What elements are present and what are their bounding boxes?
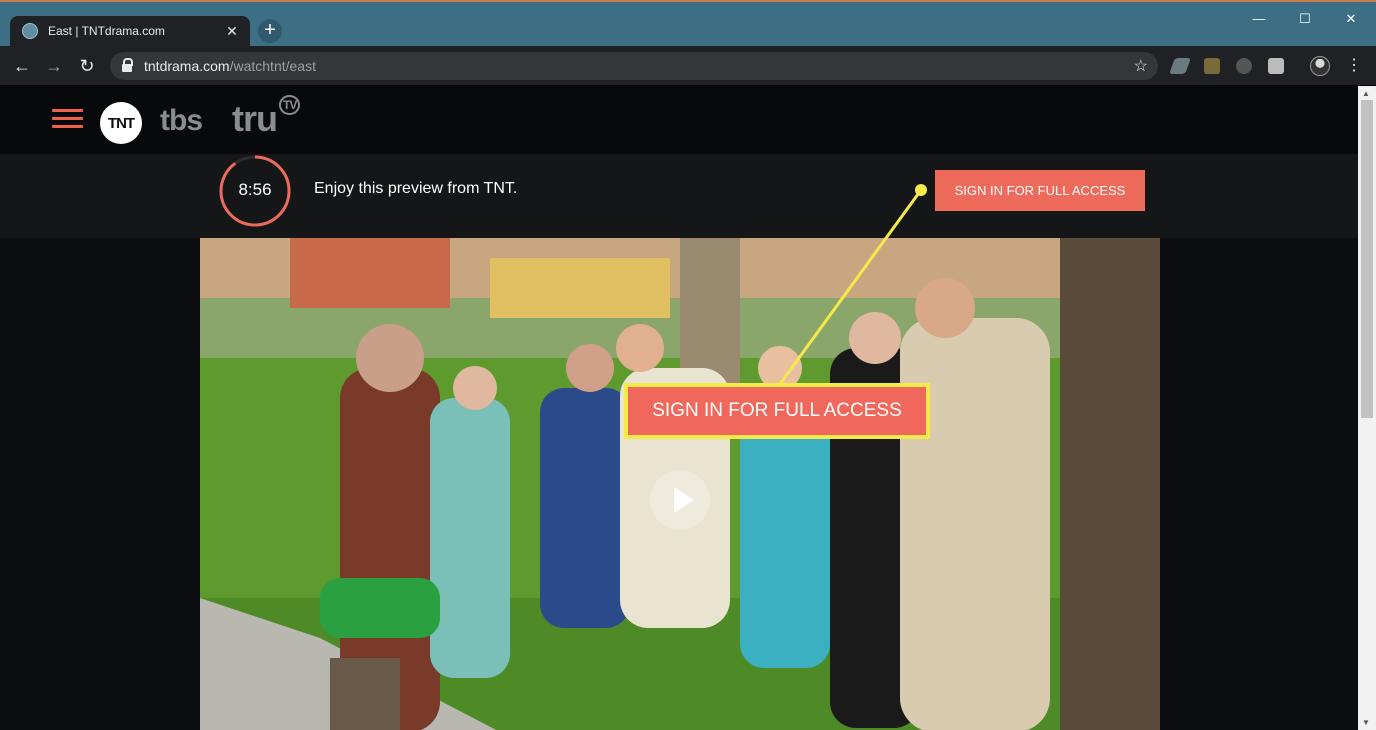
tab-title: East | TNTdrama.com: [48, 24, 165, 38]
profile-avatar[interactable]: [1310, 56, 1330, 76]
tnt-logo[interactable]: TNT: [100, 102, 142, 144]
forward-button[interactable]: →: [42, 54, 66, 78]
extension-picture-icon[interactable]: [1204, 58, 1220, 74]
play-icon[interactable]: [650, 470, 710, 530]
minimize-button[interactable]: —: [1236, 6, 1282, 32]
preview-message: Enjoy this preview from TNT.: [314, 180, 518, 197]
bookmark-star-icon[interactable]: ☆: [1134, 56, 1148, 76]
tab-tntdrama[interactable]: East | TNTdrama.com ✕: [10, 16, 250, 46]
trutv-logo[interactable]: tru TV: [232, 95, 301, 140]
tnt-favicon-icon: [22, 23, 38, 39]
lock-icon: [122, 58, 133, 72]
url-text: tntdrama.com/watchtnt/east: [144, 58, 316, 74]
tbs-logo[interactable]: tbs: [160, 104, 203, 138]
scroll-thumb[interactable]: [1361, 100, 1373, 418]
back-button[interactable]: ←: [10, 54, 34, 78]
new-tab-button[interactable]: +: [258, 19, 282, 43]
reload-button[interactable]: ↻: [75, 54, 99, 78]
close-window-button[interactable]: ✕: [1328, 6, 1374, 32]
extension-ublock-icon[interactable]: [1236, 58, 1252, 74]
preview-timer: 8:56: [238, 180, 272, 199]
browser-toolbar: ← → ↻ tntdrama.com/watchtnt/east ☆ ⋮: [0, 46, 1376, 86]
scroll-down-icon[interactable]: ▼: [1362, 718, 1370, 727]
hamburger-menu-icon[interactable]: [52, 109, 83, 129]
video-player[interactable]: [200, 238, 1160, 730]
tab-close-icon[interactable]: ✕: [224, 23, 240, 40]
site-header: TNT tbs tru TV: [0, 86, 1358, 154]
maximize-button[interactable]: ☐: [1282, 6, 1328, 32]
browser-window: East | TNTdrama.com ✕ + — ☐ ✕ ← → ↻ tntd…: [0, 0, 1376, 730]
page-scrollbar[interactable]: ▲ ▼: [1358, 86, 1376, 730]
preview-bar: 8:56 Enjoy this preview from TNT. SIGN I…: [0, 154, 1358, 238]
address-bar[interactable]: tntdrama.com/watchtnt/east ☆: [110, 52, 1158, 80]
browser-menu-icon[interactable]: ⋮: [1346, 56, 1362, 76]
scroll-up-icon[interactable]: ▲: [1362, 89, 1370, 98]
sign-in-button[interactable]: SIGN IN FOR FULL ACCESS: [935, 170, 1145, 211]
callout-sign-in-label: SIGN IN FOR FULL ACCESS: [624, 383, 930, 439]
tab-strip: East | TNTdrama.com ✕ + — ☐ ✕: [0, 2, 1376, 46]
extension-brush-icon[interactable]: [1169, 58, 1191, 74]
extension-window-icon[interactable]: [1268, 58, 1284, 74]
